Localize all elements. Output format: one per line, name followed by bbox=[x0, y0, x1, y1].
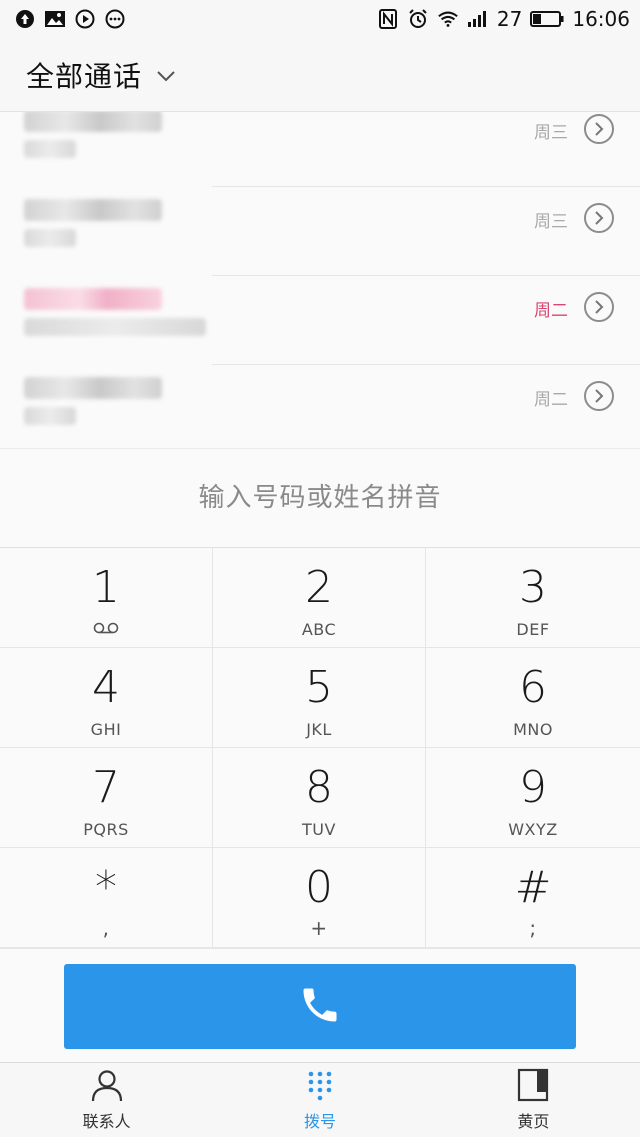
dial-input-area[interactable] bbox=[0, 448, 640, 548]
call-day: 周三 bbox=[534, 123, 568, 143]
bottom-nav: 联系人 拨号 黄页 bbox=[0, 1062, 640, 1137]
status-bar-right: 27 16:06 bbox=[377, 7, 630, 31]
call-log-item-missed[interactable]: 周二 bbox=[0, 276, 640, 365]
call-filter-header[interactable]: 全部通话 bbox=[0, 38, 640, 112]
call-button[interactable] bbox=[64, 964, 576, 1049]
blurred-phone-number bbox=[24, 377, 162, 399]
blurred-phone-number bbox=[24, 112, 162, 132]
nav-yellow-pages[interactable]: 黄页 bbox=[427, 1063, 640, 1137]
chevron-down-icon[interactable] bbox=[156, 67, 176, 86]
key-symbol: , bbox=[102, 916, 110, 940]
key-0[interactable]: 0 + bbox=[213, 848, 426, 948]
key-digit: 1 bbox=[92, 562, 120, 613]
nav-label: 联系人 bbox=[82, 1112, 131, 1131]
nav-dialpad[interactable]: 拨号 bbox=[213, 1063, 426, 1137]
person-icon bbox=[90, 1068, 124, 1106]
key-hash[interactable]: # ; bbox=[426, 848, 640, 948]
wifi-icon bbox=[437, 8, 459, 30]
play-icon bbox=[74, 8, 96, 30]
nav-contacts[interactable]: 联系人 bbox=[0, 1063, 213, 1137]
key-digit: 0 bbox=[305, 862, 333, 913]
key-5[interactable]: 5 JKL bbox=[213, 648, 426, 748]
key-1[interactable]: 1 bbox=[0, 548, 213, 648]
dial-input[interactable] bbox=[0, 483, 640, 513]
call-detail-button[interactable] bbox=[584, 203, 614, 233]
image-icon bbox=[44, 8, 66, 30]
key-letters: PQRS bbox=[83, 820, 129, 839]
key-letters: GHI bbox=[90, 720, 122, 739]
key-digit: 3 bbox=[519, 562, 547, 613]
key-letters: WXYZ bbox=[508, 820, 558, 839]
key-letters: JKL bbox=[306, 720, 332, 739]
key-letters: ABC bbox=[301, 620, 337, 639]
call-log-item[interactable]: 周三 bbox=[0, 187, 640, 276]
key-3[interactable]: 3 DEF bbox=[426, 548, 640, 648]
call-button-area bbox=[0, 948, 640, 1062]
key-digit: 7 bbox=[92, 762, 120, 813]
nav-label: 拨号 bbox=[303, 1112, 336, 1131]
key-digit: * bbox=[95, 862, 117, 913]
key-digit: 5 bbox=[305, 662, 333, 713]
key-8[interactable]: 8 TUV bbox=[213, 748, 426, 848]
battery-icon bbox=[530, 8, 564, 30]
call-day: 周二 bbox=[534, 301, 568, 321]
key-letters: TUV bbox=[302, 820, 336, 839]
status-bar: 27 16:06 bbox=[0, 0, 640, 38]
dialpad: 1 2 ABC 3 DEF 4 GHI 5 JKL 6 MNO 7 PQRS 8… bbox=[0, 548, 640, 948]
call-log-list[interactable]: 周三 周三 周二 周二 bbox=[0, 112, 640, 448]
signal-icon bbox=[467, 8, 489, 30]
key-letters: DEF bbox=[516, 620, 550, 639]
yellow-pages-icon bbox=[516, 1068, 550, 1106]
call-detail-button[interactable] bbox=[584, 381, 614, 411]
voicemail-icon bbox=[93, 620, 119, 639]
key-6[interactable]: 6 MNO bbox=[426, 648, 640, 748]
key-symbol: ; bbox=[529, 916, 537, 940]
call-log-item[interactable]: 周二 bbox=[0, 365, 640, 448]
blurred-location bbox=[24, 229, 76, 247]
call-day: 周三 bbox=[534, 212, 568, 232]
clock: 16:06 bbox=[572, 7, 630, 31]
alarm-icon bbox=[407, 8, 429, 30]
key-digit: # bbox=[514, 862, 552, 913]
blurred-location bbox=[24, 407, 76, 425]
call-day: 周二 bbox=[534, 390, 568, 410]
phone-icon bbox=[298, 983, 342, 1031]
key-digit: 6 bbox=[519, 662, 547, 713]
more-icon bbox=[104, 8, 126, 30]
nav-label: 黄页 bbox=[517, 1112, 550, 1131]
key-symbol: + bbox=[310, 916, 328, 940]
blurred-phone-number bbox=[24, 288, 162, 310]
call-detail-button[interactable] bbox=[584, 114, 614, 144]
key-7[interactable]: 7 PQRS bbox=[0, 748, 213, 848]
key-4[interactable]: 4 GHI bbox=[0, 648, 213, 748]
key-star[interactable]: * , bbox=[0, 848, 213, 948]
blurred-location bbox=[24, 318, 206, 336]
upload-icon bbox=[14, 8, 36, 30]
call-log-item[interactable]: 周三 bbox=[0, 112, 640, 187]
key-2[interactable]: 2 ABC bbox=[213, 548, 426, 648]
page-title[interactable]: 全部通话 bbox=[26, 55, 142, 95]
call-detail-button[interactable] bbox=[584, 292, 614, 322]
key-digit: 9 bbox=[519, 762, 547, 813]
blurred-location bbox=[24, 140, 76, 158]
status-bar-left bbox=[14, 8, 126, 30]
key-digit: 2 bbox=[305, 562, 333, 613]
key-digit: 8 bbox=[305, 762, 333, 813]
key-digit: 4 bbox=[92, 662, 120, 713]
battery-level: 27 bbox=[496, 7, 523, 31]
dialpad-icon bbox=[303, 1068, 337, 1106]
blurred-phone-number bbox=[24, 199, 162, 221]
key-9[interactable]: 9 WXYZ bbox=[426, 748, 640, 848]
nfc-icon bbox=[377, 8, 399, 30]
key-letters: MNO bbox=[513, 720, 553, 739]
